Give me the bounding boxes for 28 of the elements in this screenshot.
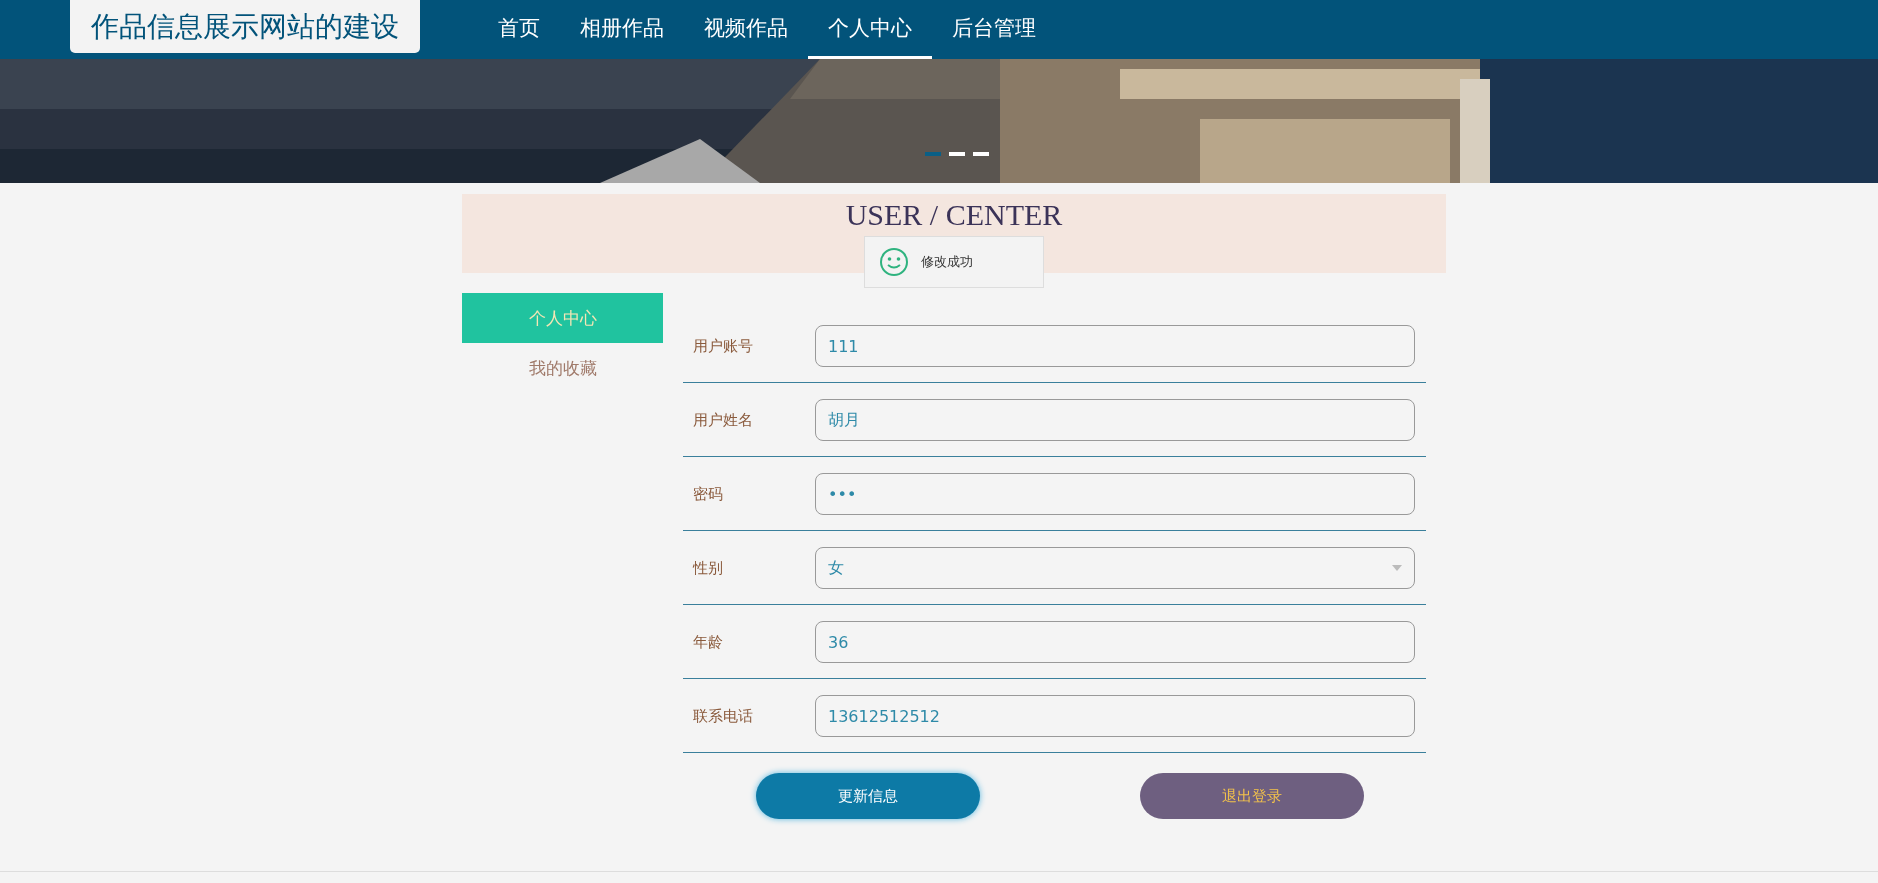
password-field[interactable]: ••• (815, 473, 1415, 515)
nav-link[interactable]: 视频作品 (684, 0, 808, 59)
nav-link[interactable]: 后台管理 (932, 0, 1056, 59)
input-field[interactable]: 36 (815, 621, 1415, 663)
site-title: 作品信息展示网站的建设 (70, 0, 420, 53)
logout-button[interactable]: 退出登录 (1140, 773, 1364, 819)
field-label: 性别 (691, 558, 724, 578)
section-title: USER / CENTER (845, 198, 1063, 232)
nav-link[interactable]: 相册作品 (560, 0, 684, 59)
update-button[interactable]: 更新信息 (756, 773, 980, 819)
carousel-indicator[interactable] (973, 152, 989, 156)
caret-icon (1392, 565, 1402, 571)
field-label: 密码 (692, 484, 724, 504)
carousel-indicator[interactable] (925, 152, 941, 156)
input-field[interactable]: 胡月 (815, 399, 1415, 441)
input-field[interactable]: 13612512512 (815, 695, 1415, 737)
field-label: 联系电话 (692, 706, 754, 726)
sidebar-item[interactable]: 我的收藏 (462, 343, 663, 393)
field-label: 用户姓名 (692, 410, 754, 430)
toast-text: 修改成功 (921, 253, 973, 271)
input-field[interactable]: 111 (815, 325, 1415, 367)
carousel-indicator[interactable] (949, 152, 965, 156)
select-value: 女 (828, 557, 844, 579)
field-label: 年龄 (692, 632, 724, 652)
smiley-icon (879, 247, 909, 277)
nav-link[interactable]: 首页 (478, 0, 560, 59)
field-label: 用户账号 (692, 336, 754, 356)
select-field[interactable]: 女 (815, 547, 1415, 589)
